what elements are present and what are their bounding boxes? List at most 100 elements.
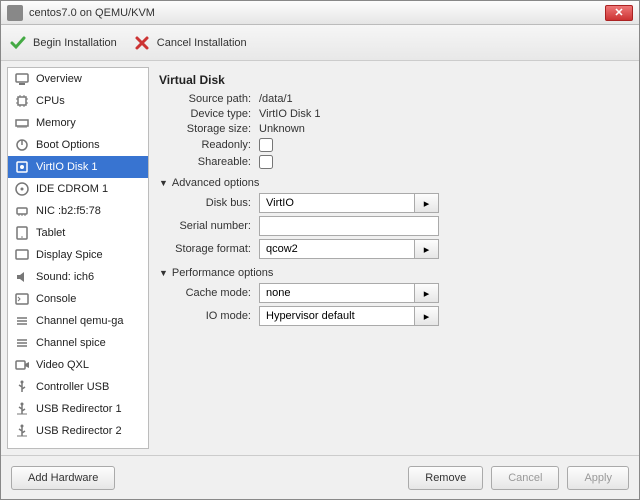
footer: Add Hardware Remove Cancel Apply [1, 455, 639, 499]
storage-format-row: Storage format: ▸ [159, 239, 623, 259]
window-title: centos7.0 on QEMU/KVM [29, 7, 605, 19]
advanced-section: ▼ Advanced options Disk bus: ▸ Serial nu… [159, 177, 623, 259]
storage-format-dropdown[interactable]: ▸ [414, 239, 439, 259]
sidebar-item-nic-b2-f5-78[interactable]: NIC :b2:f5:78 [8, 200, 148, 222]
sidebar-item-label: Overview [36, 73, 82, 85]
chevron-down-icon: ▼ [159, 178, 168, 188]
storage-size-label: Storage size: [159, 123, 259, 135]
usbredir-icon [14, 401, 30, 417]
details-panel: Virtual Disk Source path: /data/1 Device… [149, 67, 633, 449]
usbredir-icon [14, 423, 30, 439]
cpu-icon [14, 93, 30, 109]
serial-label: Serial number: [159, 220, 259, 232]
cancel-button[interactable]: Cancel [491, 466, 559, 490]
sidebar-item-label: Sound: ich6 [36, 271, 94, 283]
readonly-checkbox[interactable] [259, 138, 273, 152]
sidebar-item-channel-spice[interactable]: Channel spice [8, 332, 148, 354]
channel-icon [14, 335, 30, 351]
performance-label: Performance options [172, 267, 274, 279]
check-icon [9, 34, 27, 52]
cache-mode-label: Cache mode: [159, 287, 259, 299]
source-path-row: Source path: /data/1 [159, 93, 623, 105]
advanced-toggle[interactable]: ▼ Advanced options [159, 177, 623, 189]
action-toolbar: Begin Installation Cancel Installation [1, 25, 639, 61]
titlebar: centos7.0 on QEMU/KVM ✕ [1, 1, 639, 25]
chevron-right-icon: ▸ [424, 243, 430, 256]
sidebar-item-label: IDE CDROM 1 [36, 183, 108, 195]
sidebar-item-cpus[interactable]: CPUs [8, 90, 148, 112]
device-type-value: VirtIO Disk 1 [259, 108, 321, 120]
disk-bus-row: Disk bus: ▸ [159, 193, 623, 213]
source-path-label: Source path: [159, 93, 259, 105]
cancel-installation-label: Cancel Installation [157, 37, 247, 49]
disk-bus-dropdown[interactable]: ▸ [414, 193, 439, 213]
io-mode-label: IO mode: [159, 310, 259, 322]
sidebar-item-overview[interactable]: Overview [8, 68, 148, 90]
cdrom-icon [14, 181, 30, 197]
cancel-installation-button[interactable]: Cancel Installation [133, 34, 247, 52]
io-mode-dropdown[interactable]: ▸ [414, 306, 439, 326]
disk-bus-input[interactable] [259, 193, 414, 213]
app-icon [7, 5, 23, 21]
sidebar-item-channel-qemu-ga[interactable]: Channel qemu-ga [8, 310, 148, 332]
io-mode-input[interactable] [259, 306, 414, 326]
sidebar-item-boot-options[interactable]: Boot Options [8, 134, 148, 156]
boot-icon [14, 137, 30, 153]
sidebar-item-label: VirtIO Disk 1 [36, 161, 98, 173]
storage-format-label: Storage format: [159, 243, 259, 255]
chevron-right-icon: ▸ [424, 310, 430, 323]
nic-icon [14, 203, 30, 219]
sidebar-item-memory[interactable]: Memory [8, 112, 148, 134]
sidebar-item-label: Console [36, 293, 76, 305]
shareable-checkbox[interactable] [259, 155, 273, 169]
sidebar-item-label: CPUs [36, 95, 65, 107]
cache-mode-input[interactable] [259, 283, 414, 303]
vm-settings-window: centos7.0 on QEMU/KVM ✕ Begin Installati… [0, 0, 640, 500]
source-path-value: /data/1 [259, 93, 293, 105]
monitor-icon [14, 71, 30, 87]
sidebar-item-ide-cdrom-1[interactable]: IDE CDROM 1 [8, 178, 148, 200]
storage-format-input[interactable] [259, 239, 414, 259]
sidebar-item-label: Boot Options [36, 139, 100, 151]
video-icon [14, 357, 30, 373]
sidebar-item-display-spice[interactable]: Display Spice [8, 244, 148, 266]
sound-icon [14, 269, 30, 285]
close-icon: ✕ [614, 6, 623, 19]
tablet-icon [14, 225, 30, 241]
sidebar-item-virtio-disk-1[interactable]: VirtIO Disk 1 [8, 156, 148, 178]
sidebar-item-usb-redirector-2[interactable]: USB Redirector 2 [8, 420, 148, 442]
device-type-label: Device type: [159, 108, 259, 120]
remove-button[interactable]: Remove [408, 466, 483, 490]
sidebar-item-tablet[interactable]: Tablet [8, 222, 148, 244]
device-type-row: Device type: VirtIO Disk 1 [159, 108, 623, 120]
apply-button[interactable]: Apply [567, 466, 629, 490]
serial-input[interactable] [259, 216, 439, 236]
disk-icon [14, 159, 30, 175]
sidebar-item-controller-usb[interactable]: Controller USB [8, 376, 148, 398]
cache-mode-row: Cache mode: ▸ [159, 283, 623, 303]
begin-installation-button[interactable]: Begin Installation [9, 34, 117, 52]
sidebar-item-console[interactable]: Console [8, 288, 148, 310]
performance-toggle[interactable]: ▼ Performance options [159, 267, 623, 279]
storage-format-combo: ▸ [259, 239, 439, 259]
cancel-icon [133, 34, 151, 52]
sidebar-item-label: NIC :b2:f5:78 [36, 205, 101, 217]
cache-mode-dropdown[interactable]: ▸ [414, 283, 439, 303]
display-icon [14, 247, 30, 263]
close-button[interactable]: ✕ [605, 5, 633, 21]
sidebar-item-video-qxl[interactable]: Video QXL [8, 354, 148, 376]
begin-installation-label: Begin Installation [33, 37, 117, 49]
sidebar-item-label: Display Spice [36, 249, 103, 261]
sidebar-item-label: Memory [36, 117, 76, 129]
sidebar-item-label: Tablet [36, 227, 65, 239]
page-title: Virtual Disk [159, 73, 623, 87]
sidebar-item-label: USB Redirector 1 [36, 403, 122, 415]
shareable-label: Shareable: [159, 156, 259, 168]
sidebar-item-usb-redirector-1[interactable]: USB Redirector 1 [8, 398, 148, 420]
readonly-label: Readonly: [159, 139, 259, 151]
disk-bus-label: Disk bus: [159, 197, 259, 209]
add-hardware-button[interactable]: Add Hardware [11, 466, 115, 490]
cache-mode-combo: ▸ [259, 283, 439, 303]
sidebar-item-label: USB Redirector 2 [36, 425, 122, 437]
sidebar-item-sound-ich6[interactable]: Sound: ich6 [8, 266, 148, 288]
